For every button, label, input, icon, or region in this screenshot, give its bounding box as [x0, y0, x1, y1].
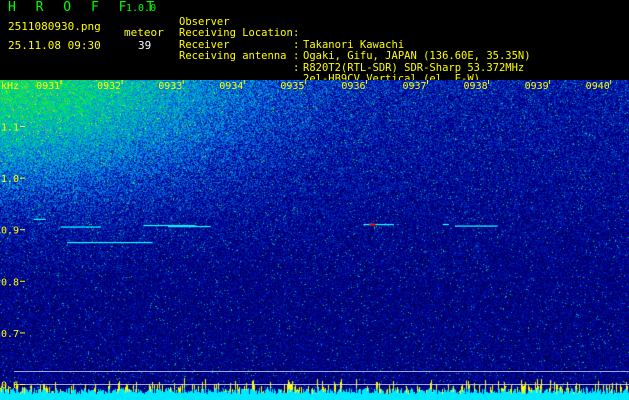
- y-tick-label: 0.9: [1, 226, 19, 237]
- spectrogram-axes: kHz 1.1 1.0 0.9 0.8 0.7 0.6 0931 0932 0933 0934 093…: [1, 80, 629, 392]
- info-colon: :: [293, 50, 300, 62]
- x-tick-label: 0931: [36, 81, 60, 92]
- datetime-label: 25.11.08 09:30: [8, 39, 101, 52]
- meteor-count: 39: [138, 39, 152, 52]
- x-tick-label: 0940: [586, 81, 610, 92]
- x-tick-label: 0934: [219, 81, 243, 92]
- x-tick-label: 0937: [402, 81, 426, 92]
- info-row-location: Receiving Location : Ogaki, Gifu, JAPAN …: [179, 17, 531, 61]
- info-key: Receiving antenna: [179, 50, 287, 62]
- info-colon: :: [293, 61, 300, 74]
- y-tick-label: 1.1: [1, 122, 19, 133]
- y-tick-label: 0.6: [1, 381, 19, 392]
- x-tick-label: 0938: [464, 81, 488, 92]
- info-colon: :: [293, 27, 300, 39]
- y-axis-unit: kHz: [1, 81, 19, 92]
- y-tick-label: 1.0: [1, 174, 19, 185]
- spectrogram-panel: kHz 1.1 1.0 0.9 0.8 0.7 0.6 0931 0932 0933 0934 093…: [0, 80, 629, 400]
- y-tick-label: 0.7: [1, 329, 19, 340]
- info-row-receiver: Receiver : R820T2(RTL-SDR) SDR-Sharp 53.…: [179, 28, 524, 73]
- x-tick-label: 0939: [525, 81, 549, 92]
- file-name: 2511080930.png: [8, 20, 101, 33]
- mode-label: meteor: [124, 26, 164, 39]
- x-tick-label: 0932: [97, 81, 121, 92]
- app-version: 1.0.0: [126, 3, 157, 14]
- info-row-antenna: Receiving antenna : 2el-HB9CV Vertical (…: [179, 40, 480, 84]
- info-value: Ogaki, Gifu, JAPAN (136.60E, 35.35N): [303, 50, 531, 62]
- header-panel: H R O F F T 1.0.0 2511080930.png 25.11.0…: [0, 0, 629, 85]
- station-info: Observer : Takanori Kawachi Receiving Lo…: [179, 5, 531, 85]
- info-row-observer: Observer : Takanori Kawachi: [179, 5, 404, 50]
- x-tick-label: 0935: [280, 81, 304, 92]
- x-tick-label: 0936: [341, 81, 365, 92]
- x-tick-label: 0933: [158, 81, 182, 92]
- y-tick-label: 0.8: [1, 277, 19, 288]
